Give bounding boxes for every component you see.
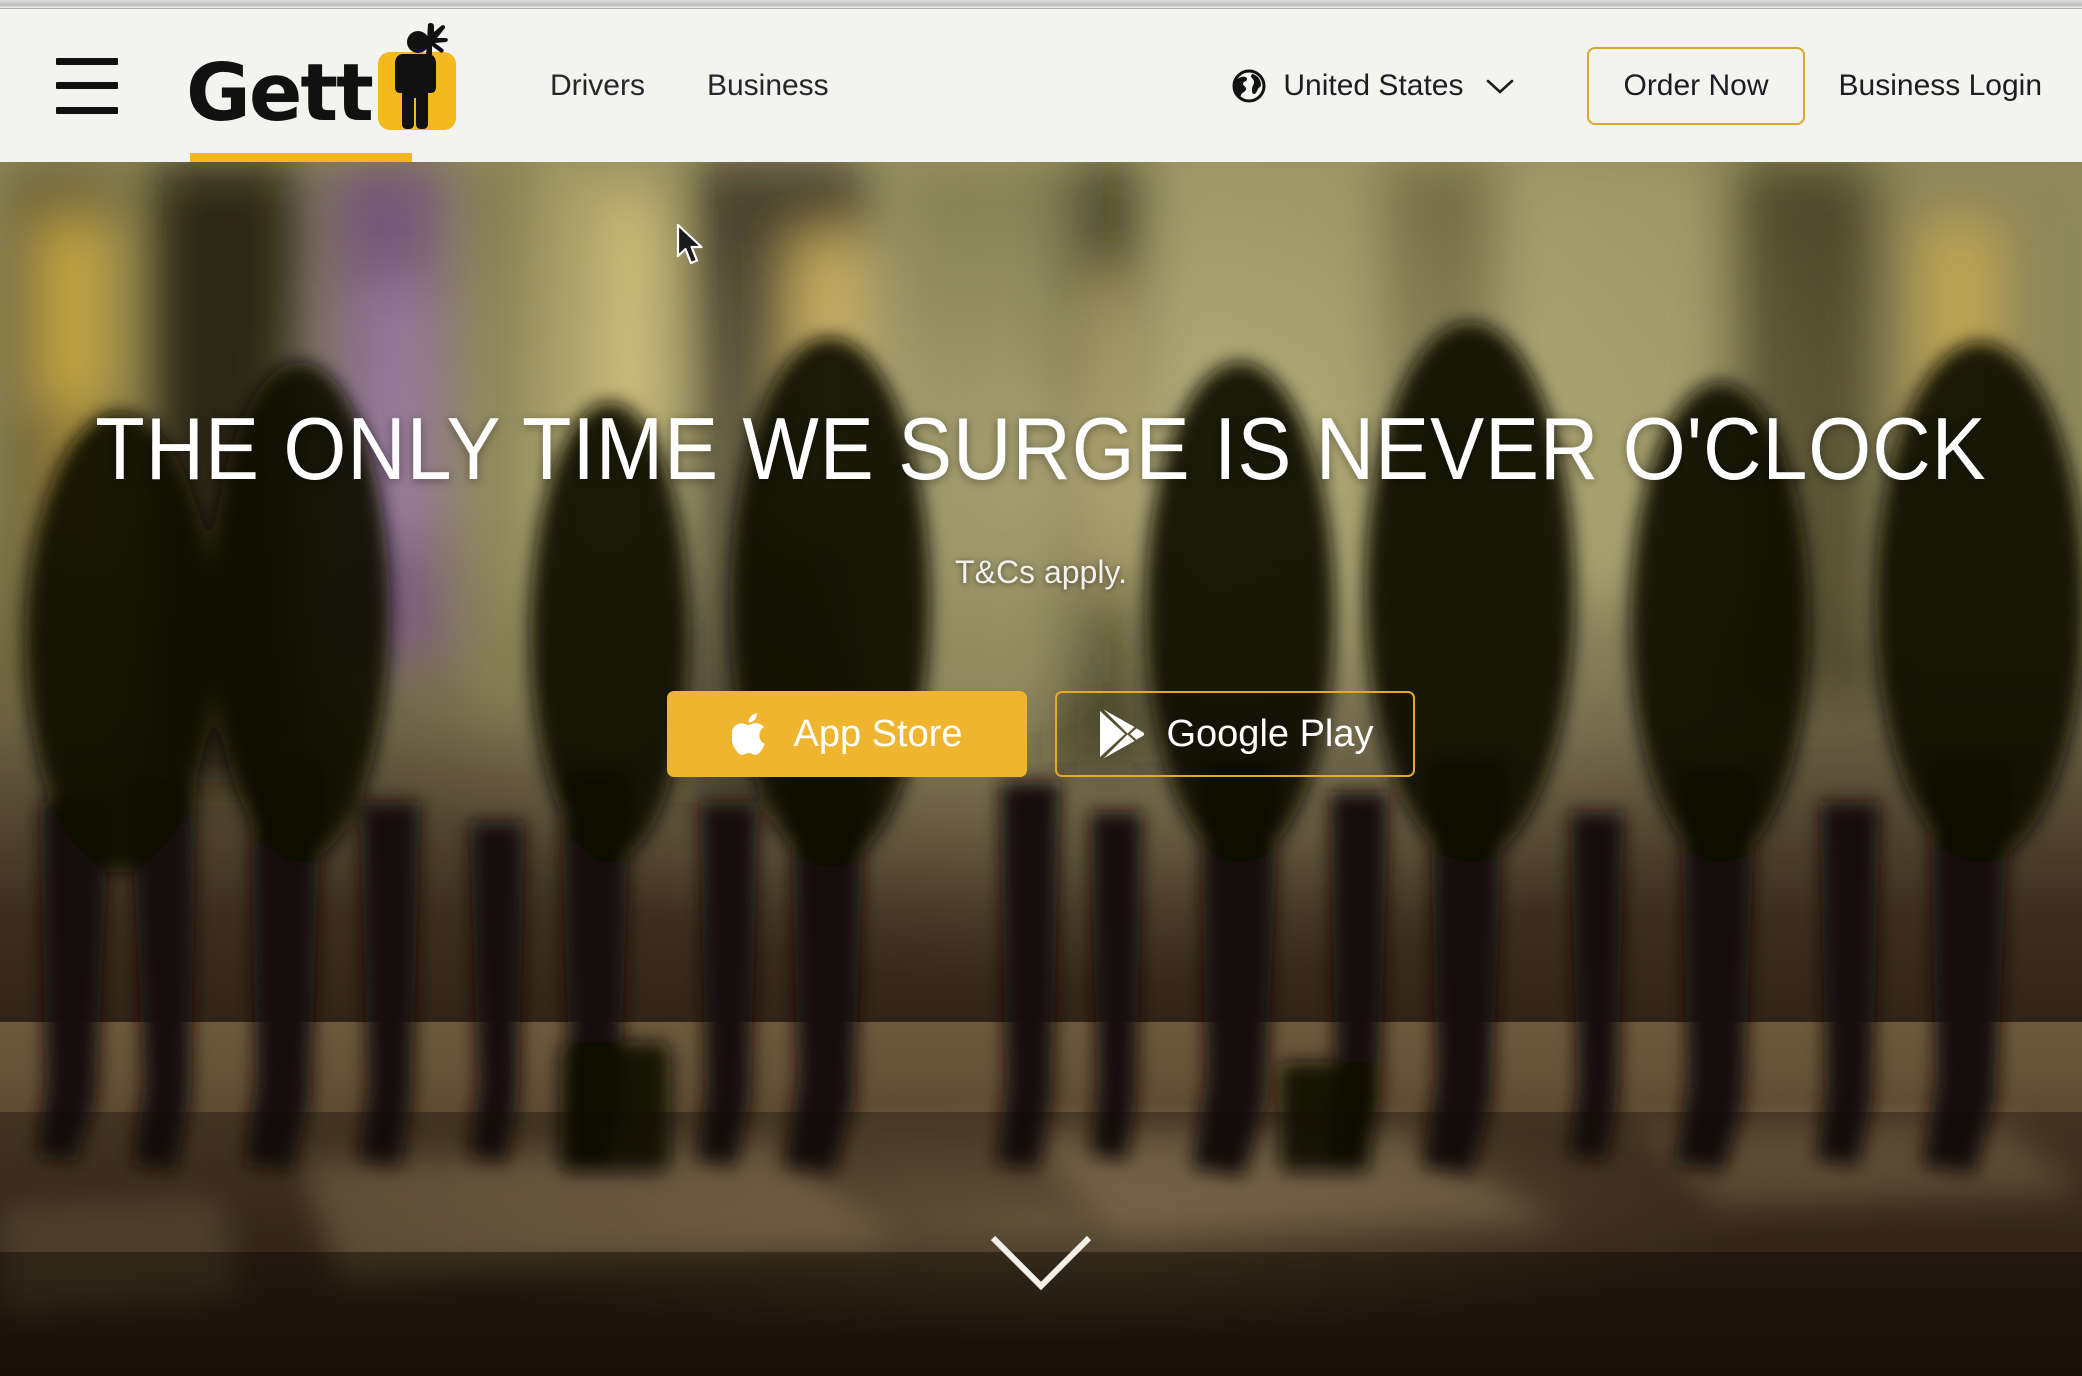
nav-link-drivers[interactable]: Drivers — [550, 69, 645, 103]
google-play-label: Google Play — [1166, 712, 1374, 755]
globe-icon — [1232, 69, 1266, 102]
hamburger-bar — [56, 57, 118, 65]
hamburger-bar — [56, 82, 118, 89]
nav-link-business[interactable]: Business — [707, 69, 829, 103]
app-store-label: App Store — [793, 712, 963, 755]
app-store-button[interactable]: App Store — [667, 691, 1027, 777]
google-play-button[interactable]: Google Play — [1055, 691, 1415, 777]
country-selector[interactable]: United States — [1231, 68, 1515, 104]
apple-icon — [731, 713, 765, 755]
logo-graphic: Gett ® — [186, 0, 472, 139]
browser-chrome-strip — [0, 0, 2082, 9]
chevron-down-icon — [1487, 79, 1514, 94]
logo-badge — [377, 22, 456, 130]
google-play-icon — [1100, 709, 1145, 759]
registered-trademark-mark: ® — [458, 0, 472, 4]
order-now-button[interactable]: Order Now — [1587, 46, 1805, 125]
scroll-down-chevron-icon[interactable] — [987, 1232, 1095, 1294]
site-header: Gett ® Drivers Business United States — [0, 0, 2082, 162]
business-login-link[interactable]: Business Login — [1839, 69, 2042, 103]
hero-section: THE ONLY TIME WE SURGE IS NEVER O'CLOCK … — [0, 162, 2082, 1376]
primary-nav: Drivers Business — [550, 69, 829, 103]
country-label: United States — [1283, 68, 1464, 102]
hamburger-bar — [56, 106, 118, 114]
logo-active-underline — [190, 153, 412, 162]
hamburger-menu-icon[interactable] — [56, 57, 118, 114]
app-store-badges: App Store Google Play — [667, 691, 1415, 777]
person-hailing-icon — [394, 22, 448, 129]
logo-wordmark: Gett — [186, 46, 374, 139]
gett-logo[interactable]: Gett ® — [186, 0, 472, 162]
header-right-cluster: United States Order Now Business Login — [1231, 46, 2082, 125]
